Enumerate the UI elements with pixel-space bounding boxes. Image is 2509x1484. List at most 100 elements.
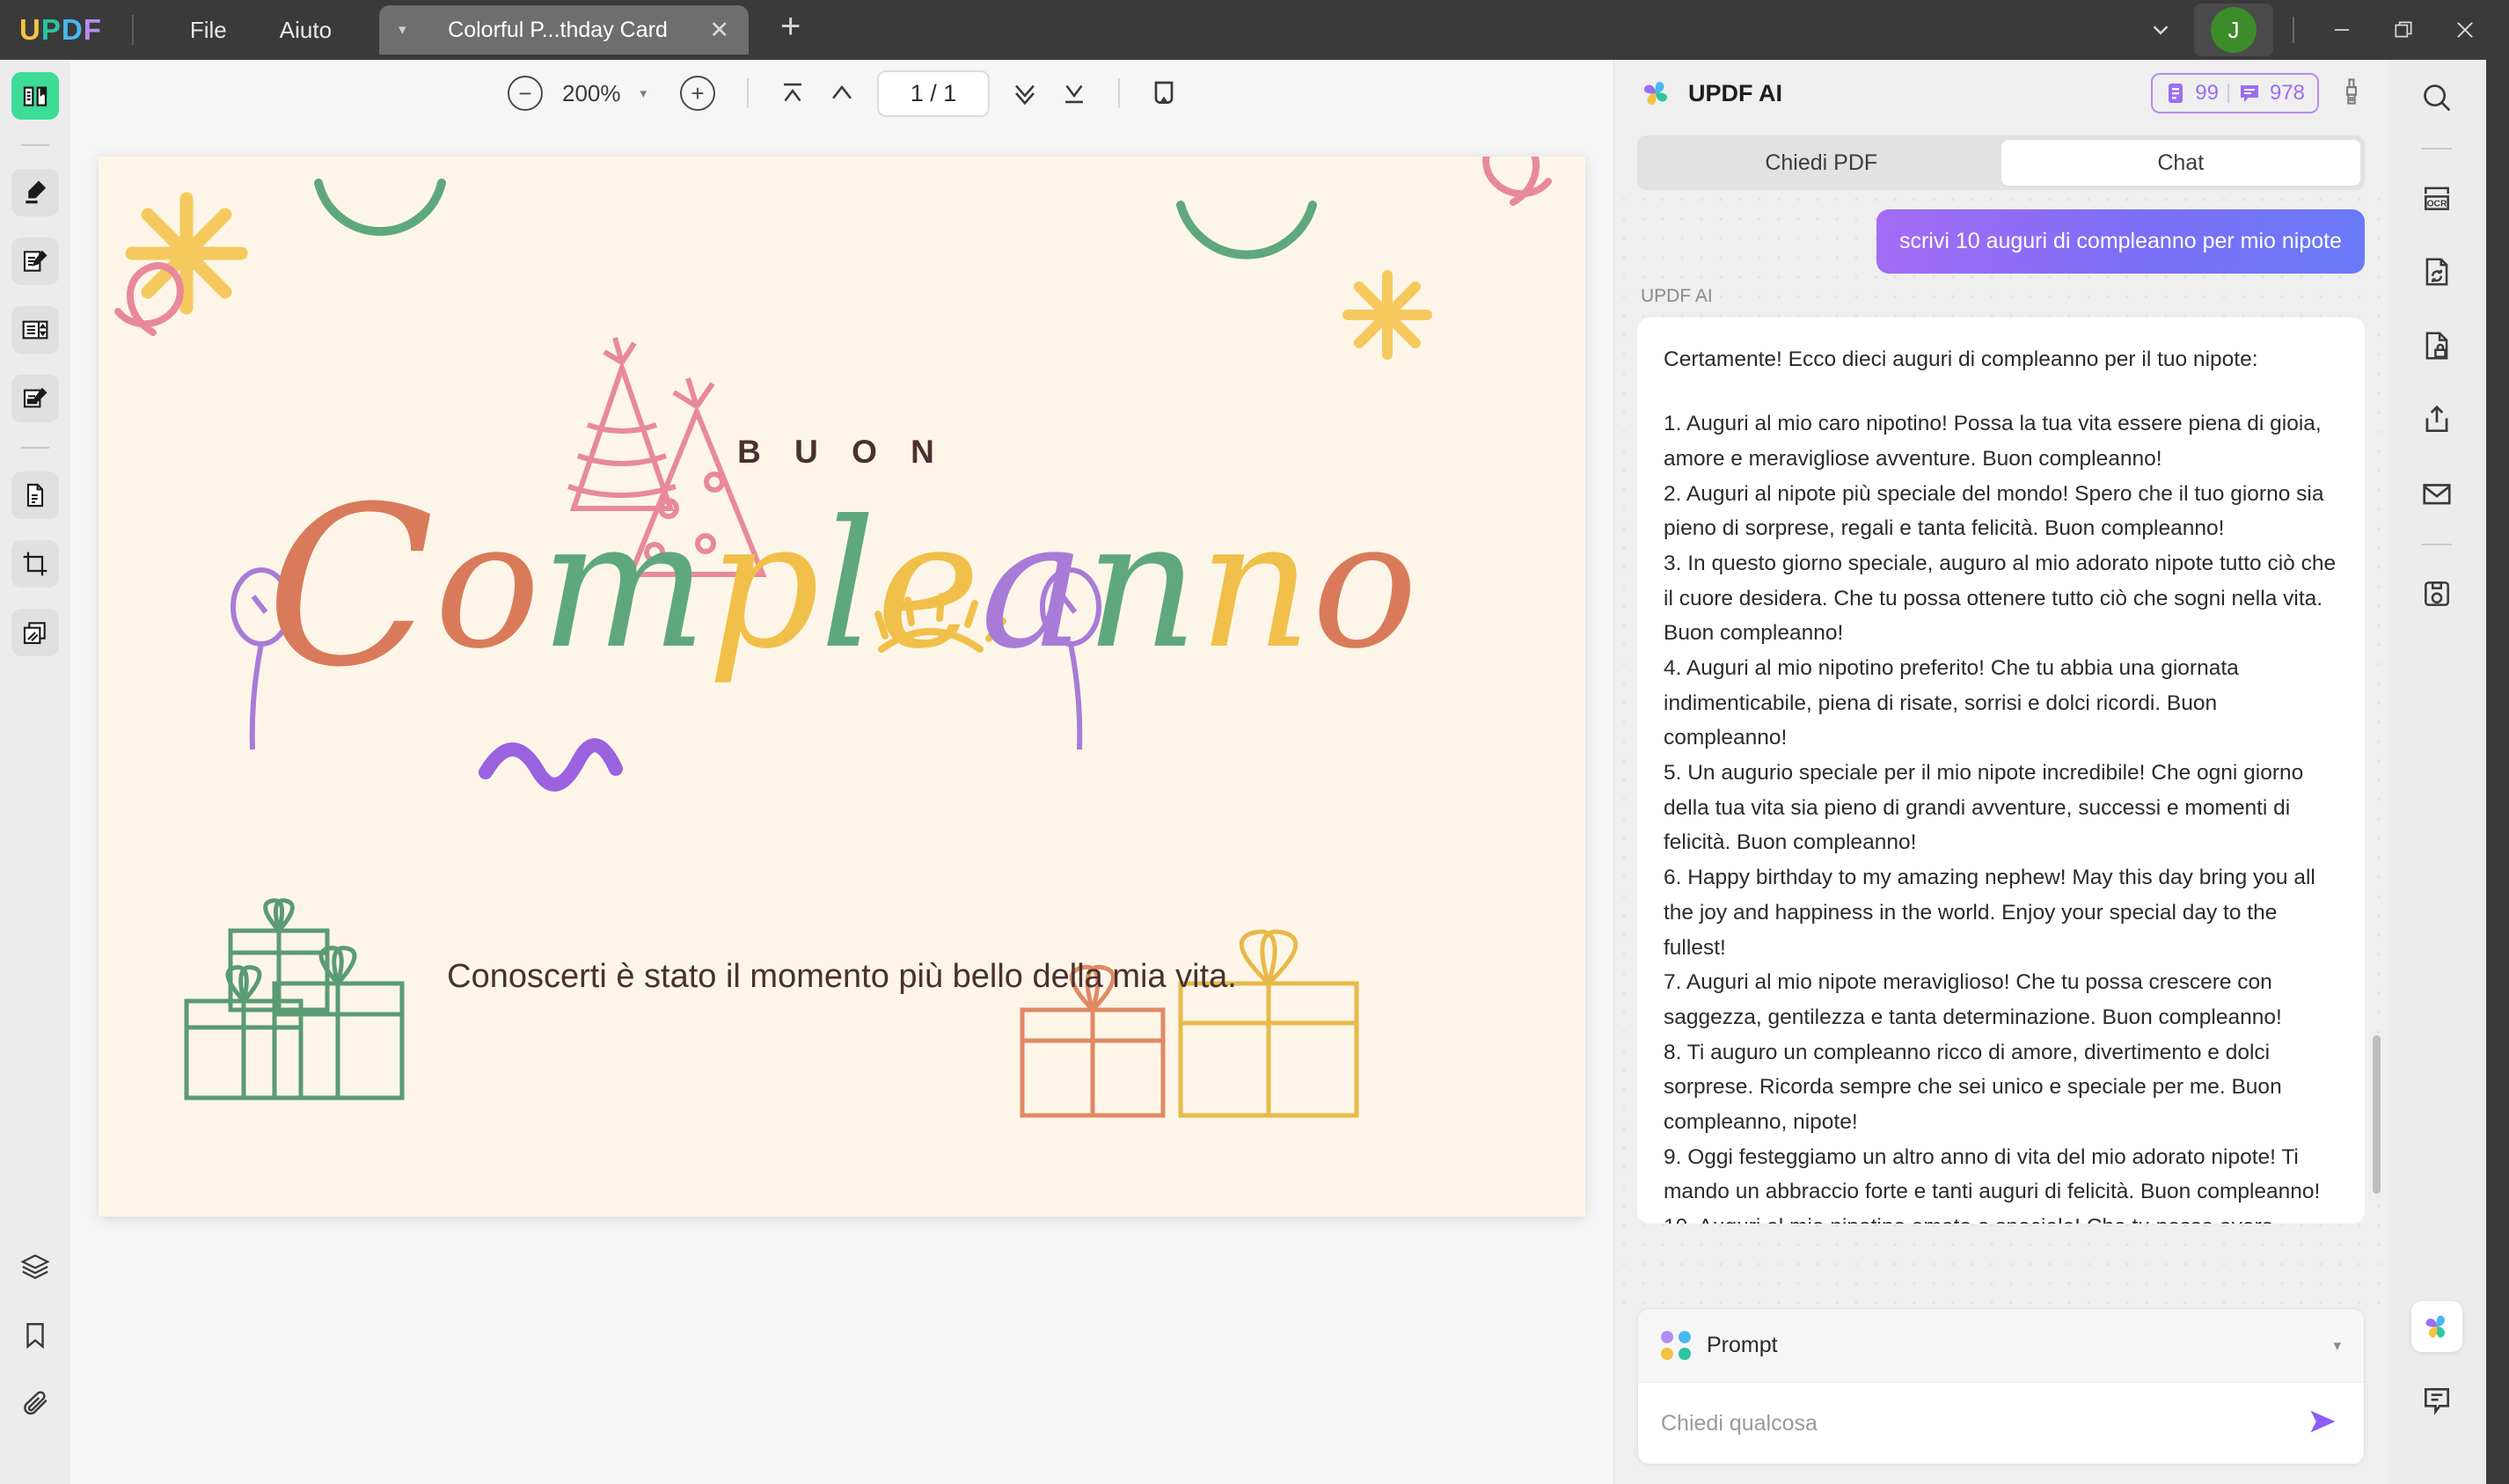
first-page-button[interactable] — [768, 71, 817, 115]
zoom-out-button[interactable]: − — [507, 76, 543, 111]
sidebar-item-edit-pdf[interactable] — [11, 238, 59, 285]
assistant-item: 3. In questo giorno speciale, auguro al … — [1664, 551, 2337, 646]
document-credit-count: 99 — [2195, 81, 2219, 105]
title-bar: U P D F File Aiuto ▾ Colorful P...thday … — [0, 0, 2509, 60]
assistant-item: 9. Oggi festeggiamo un altro anno di vit… — [1664, 1144, 2321, 1204]
menu-file[interactable]: File — [164, 0, 253, 60]
send-button[interactable] — [2308, 1407, 2341, 1441]
zoom-level-value: 200% — [561, 79, 621, 106]
page-indicator[interactable]: 1 / 1 — [877, 69, 991, 117]
new-tab-button[interactable]: + — [780, 7, 801, 47]
zoom-dropdown-caret-icon[interactable]: ▾ — [640, 85, 647, 101]
view-mode-button[interactable] — [1139, 71, 1189, 115]
assistant-item: 4. Auguri al mio nipotino preferito! Che… — [1664, 656, 2239, 750]
conversation-scrollbar[interactable] — [2373, 1035, 2381, 1194]
assistant-name-label: UPDF AI — [1641, 285, 1713, 306]
prompt-label: Prompt — [1707, 1333, 1778, 1357]
tab-title: Colorful P...thday Card — [448, 17, 668, 42]
close-window-button[interactable] — [2437, 4, 2493, 56]
menu-aiuto[interactable]: Aiuto — [253, 0, 358, 60]
assistant-item: 8. Ti auguro un compleanno ricco di amor… — [1664, 1040, 2282, 1134]
sidebar-item-edit-form[interactable] — [11, 375, 59, 422]
toolbar-divider-1 — [747, 78, 750, 108]
document-scroll-area[interactable]: B U O N Compleanno Conoscerti è stato il… — [70, 127, 1613, 1484]
window-edge — [2486, 60, 2509, 1484]
updf-ai-button[interactable] — [2411, 1301, 2462, 1352]
ocr-button[interactable]: OCR — [2411, 172, 2462, 223]
search-button[interactable] — [2411, 72, 2462, 123]
assistant-item: 1. Auguri al mio caro nipotino! Possa la… — [1664, 412, 2322, 471]
previous-page-button[interactable] — [817, 71, 867, 115]
right-rail-divider-1 — [2422, 148, 2452, 150]
updf-logo: U P D F — [19, 13, 102, 47]
ai-panel: UPDF AI 99 978 Chiedi PDF Chat scrivi 10… — [1613, 60, 2388, 1484]
title-bar-separator — [131, 15, 134, 45]
ai-composer: Prompt ▾ — [1614, 1308, 2388, 1484]
app-body: − 200% ▾ + 1 / 1 B U O N Compleanno Cono… — [0, 60, 2509, 1484]
document-credit-icon — [2169, 84, 2183, 103]
logo-letter-p: P — [40, 13, 62, 46]
document-tab[interactable]: ▾ Colorful P...thday Card ✕ — [379, 5, 750, 55]
avatar: J — [2211, 7, 2257, 53]
ai-tab-bar: Chiedi PDF Chat — [1637, 135, 2365, 190]
tab-chiedi-pdf[interactable]: Chiedi PDF — [1642, 140, 2001, 186]
zoom-in-button[interactable]: + — [680, 76, 716, 111]
save-button[interactable] — [2411, 568, 2462, 619]
assistant-message-bubble: Certamente! Ecco dieci auguri di complea… — [1637, 317, 2365, 1224]
minimize-button[interactable] — [2314, 4, 2370, 56]
message-credit-count: 978 — [2269, 81, 2305, 105]
document-area: − 200% ▾ + 1 / 1 B U O N Compleanno Cono… — [70, 60, 1613, 1484]
window-controls: J — [2132, 0, 2509, 60]
assistant-item: 6. Happy birthday to my amazing nephew! … — [1664, 866, 2315, 960]
chat-input[interactable] — [1661, 1410, 2295, 1436]
sidebar-item-organize-pages[interactable] — [11, 306, 59, 354]
tab-dropdown-caret-icon[interactable]: ▾ — [399, 21, 406, 39]
protect-button[interactable] — [2411, 320, 2462, 371]
tab-close-icon[interactable]: ✕ — [709, 17, 729, 44]
comment-button[interactable] — [2411, 1375, 2462, 1426]
left-rail-divider-1 — [21, 144, 49, 146]
assistant-item: 7. Auguri al mio nipote meraviglioso! Ch… — [1664, 970, 2282, 1029]
ai-panel-title: UPDF AI — [1688, 79, 1782, 106]
card-script-word: Compleanno — [266, 459, 1418, 715]
window-controls-divider — [2293, 17, 2294, 43]
account-chevron-down-icon[interactable] — [2132, 4, 2189, 56]
tab-chat[interactable]: Chat — [2001, 140, 2360, 186]
sidebar-item-convert[interactable] — [11, 472, 59, 519]
prompt-selector[interactable]: Prompt ▾ — [1638, 1309, 2364, 1383]
ai-conversation[interactable]: scrivi 10 auguri di compleanno per mio n… — [1614, 190, 2388, 1308]
ai-credits-badge[interactable]: 99 978 — [2151, 73, 2319, 113]
last-page-button[interactable] — [1050, 71, 1099, 115]
logo-letter-d: D — [61, 13, 84, 46]
svg-text:OCR: OCR — [2427, 200, 2447, 209]
message-credit-icon — [2240, 85, 2258, 102]
title-bar-left: U P D F File Aiuto ▾ Colorful P...thday … — [0, 0, 801, 60]
share-button[interactable] — [2411, 394, 2462, 445]
email-button[interactable] — [2411, 468, 2462, 519]
prompt-chevron-down-icon[interactable]: ▾ — [2333, 1337, 2341, 1355]
sidebar-item-layers[interactable] — [11, 1243, 59, 1290]
convert-button[interactable] — [2411, 246, 2462, 297]
sidebar-item-reader[interactable] — [11, 72, 59, 120]
pdf-page: B U O N Compleanno Conoscerti è stato il… — [99, 157, 1585, 1217]
sidebar-item-comment[interactable] — [11, 169, 59, 216]
next-page-button[interactable] — [1000, 71, 1050, 115]
user-message-row: scrivi 10 auguri di compleanno per mio n… — [1637, 209, 2365, 274]
avatar-button[interactable]: J — [2194, 4, 2273, 56]
sidebar-item-attachment[interactable] — [11, 1380, 59, 1428]
card-subtitle: Conoscerti è stato il momento più bello … — [447, 958, 1237, 995]
sidebar-item-bookmark[interactable] — [11, 1312, 59, 1359]
assistant-intro: Certamente! Ecco dieci auguri di complea… — [1664, 347, 2258, 371]
maximize-restore-button[interactable] — [2375, 4, 2432, 56]
prompt-dots-icon — [1661, 1330, 1691, 1361]
send-arrow-icon — [2310, 1410, 2336, 1432]
sidebar-item-batch[interactable] — [11, 609, 59, 656]
assistant-item: 5. Un augurio speciale per il mio nipote… — [1664, 761, 2304, 855]
document-toolbar: − 200% ▾ + 1 / 1 — [70, 60, 1613, 127]
chat-input-row — [1638, 1383, 2364, 1464]
assistant-spacer — [1664, 376, 2338, 406]
sidebar-item-crop[interactable] — [11, 540, 59, 588]
ai-panel-header: UPDF AI 99 978 — [1614, 60, 2388, 127]
logo-letter-u: U — [19, 13, 41, 46]
clear-chat-brush-icon[interactable] — [2338, 77, 2365, 110]
